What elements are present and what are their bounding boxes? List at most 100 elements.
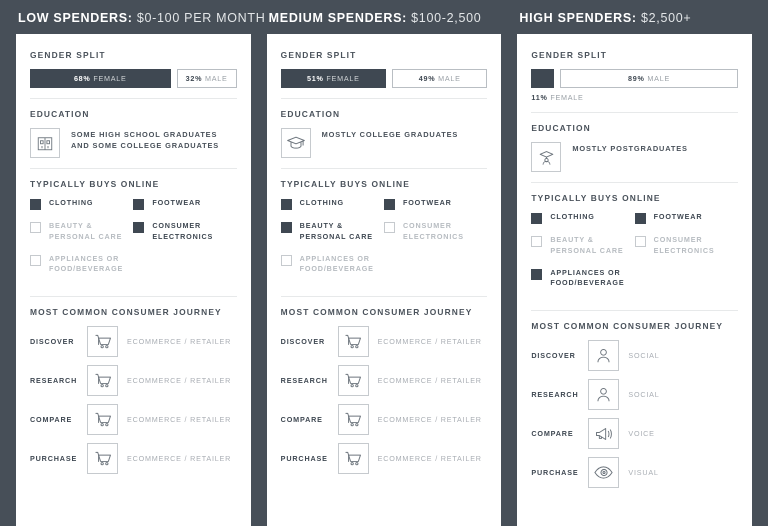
journey-stage-label: COMPARE	[531, 429, 574, 439]
checkbox-checked-icon[interactable]	[280, 199, 292, 210]
buy-option[interactable]: APPLIANCES OR FOOD/BEVERAGE	[30, 254, 133, 276]
column-title-1: LOW SPENDERS: $0-100 PER MONTH	[16, 0, 265, 34]
buy-option[interactable]: CLOTHING	[280, 198, 384, 210]
buy-option[interactable]: APPLIANCES OR FOOD/BEVERAGE	[280, 254, 384, 276]
spender-column-1: LOW SPENDERS: $0-100 PER MONTH GENDER SPL…	[16, 0, 265, 526]
checkbox-checked-icon[interactable]	[531, 213, 543, 224]
buys-online-section: TYPICALLY BUYS ONLINE CLOTHING FOOTWEAR BEA…	[531, 182, 739, 300]
buy-option[interactable]: CONSUMER ELECTRONICS	[133, 221, 236, 243]
buy-option[interactable]: BEAUTY & PERSONAL CARE	[531, 235, 634, 257]
shopping-cart-icon	[337, 404, 369, 436]
gender-bar: 51% FEMALE 49% MALE	[280, 69, 488, 88]
buys-online-section: TYPICALLY BUYS ONLINE CLOTHING FOOTWEAR BEA…	[280, 168, 488, 286]
gender-split-section: GENDER SPLIT 68% FEMALE 32% MALE	[30, 48, 237, 88]
journey-stage-label: DISCOVER	[280, 337, 326, 347]
checkbox-checked-icon[interactable]	[133, 222, 145, 233]
journey-row: PURCHASE VISUAL	[531, 457, 738, 489]
gender-bar-male: 49% MALE	[392, 69, 488, 88]
shopping-cart-icon	[87, 326, 118, 358]
shopping-cart-icon	[87, 443, 118, 475]
checkbox-empty-icon[interactable]	[384, 222, 395, 233]
gender-female-label: 51% FEMALE	[307, 74, 360, 83]
gender-split-section: GENDER SPLIT 51% FEMALE 49% MALE	[280, 48, 488, 88]
shopping-cart-icon	[337, 326, 369, 358]
journey-channel-label: SOCIAL	[628, 390, 660, 400]
column-title-range: $2,500+	[641, 11, 692, 25]
consumer-journey-section: MOST COMMON CONSUMER JOURNEY DISCOVER SOCI…	[531, 310, 739, 496]
column-title-tier: HIGH SPENDERS:	[519, 11, 637, 25]
profile-card-2: GENDER SPLIT 51% FEMALE 49% MALE EDUCATION M…	[266, 34, 502, 526]
buy-option-label: CLOTHING	[49, 198, 94, 207]
checkbox-empty-icon[interactable]	[531, 236, 543, 247]
gender-bar: 68% FEMALE 32% MALE	[30, 69, 237, 88]
section-heading-education: EDUCATION	[531, 123, 591, 133]
checkbox-empty-icon[interactable]	[634, 236, 646, 247]
buys-grid: CLOTHING FOOTWEAR BEAUTY & PERSONAL CARE CO…	[30, 198, 237, 286]
education-section: EDUCATION SOME HIGH SCHOOL GRADUATES AND …	[30, 98, 237, 158]
gender-bar-female	[531, 69, 555, 88]
buys-grid: CLOTHING FOOTWEAR BEAUTY & PERSONAL CARE CO…	[531, 212, 738, 300]
checkbox-checked-icon[interactable]	[634, 213, 646, 224]
journey-row: COMPARE VOICE	[531, 418, 738, 450]
checkbox-checked-icon[interactable]	[280, 222, 292, 233]
section-heading-journey: MOST COMMON CONSUMER JOURNEY	[531, 321, 724, 332]
column-title-tier: LOW SPENDERS:	[18, 11, 133, 25]
buy-option[interactable]: CONSUMER ELECTRONICS	[384, 221, 487, 243]
journey-channel-label: ECOMMERCE / RETAILER	[377, 337, 482, 347]
buy-option[interactable]: APPLIANCES OR FOOD/BEVERAGE	[531, 268, 634, 290]
profile-card-1: GENDER SPLIT 68% FEMALE 32% MALE EDUCATION S…	[16, 34, 251, 526]
buy-option[interactable]: BEAUTY & PERSONAL CARE	[30, 221, 133, 243]
buy-option[interactable]: CONSUMER ELECTRONICS	[634, 235, 738, 257]
journey-row: COMPARE ECOMMERCE / RETAILER	[30, 404, 237, 436]
consumer-journey-section: MOST COMMON CONSUMER JOURNEY DISCOVER ECOM…	[30, 296, 237, 482]
journey-row: PURCHASE ECOMMERCE / RETAILER	[30, 443, 237, 475]
buy-option[interactable]: CLOTHING	[30, 198, 133, 210]
gender-split-section: GENDER SPLIT 89% MALE 11% FEMALE	[531, 48, 739, 102]
gender-female-label: 68% FEMALE	[73, 74, 127, 83]
checkbox-empty-icon[interactable]	[280, 254, 292, 266]
section-heading-education: EDUCATION	[30, 109, 90, 119]
section-heading-education: EDUCATION	[280, 109, 341, 119]
checkbox-empty-icon[interactable]	[30, 222, 41, 233]
journey-stage-label: DISCOVER	[531, 351, 576, 361]
buy-option[interactable]: BEAUTY & PERSONAL CARE	[280, 221, 384, 243]
buy-option[interactable]: CLOTHING	[531, 212, 634, 224]
shopping-cart-icon	[87, 365, 118, 397]
gender-male-label: 89% MALE	[628, 74, 671, 83]
gender-bar-female: 51% FEMALE	[280, 69, 387, 88]
journey-channel-label: ECOMMERCE / RETAILER	[377, 376, 482, 386]
shopping-cart-icon	[87, 404, 118, 436]
journey-row: DISCOVER ECOMMERCE / RETAILER	[280, 326, 488, 358]
journey-channel-label: ECOMMERCE / RETAILER	[127, 376, 232, 386]
buy-option-label: BEAUTY & PERSONAL CARE	[550, 235, 624, 255]
gender-bar-male: 89% MALE	[560, 69, 739, 88]
journey-channel-label: VISUAL	[628, 468, 659, 478]
person-icon	[588, 340, 620, 372]
gender-male-label: 32% MALE	[185, 74, 228, 83]
column-title-3: HIGH SPENDERS: $2,500+	[517, 0, 752, 34]
checkbox-empty-icon[interactable]	[30, 254, 41, 266]
checkbox-checked-icon[interactable]	[133, 199, 145, 210]
spender-column-2: MEDIUM SPENDERS: $100-2,500 GENDER SPLIT 5…	[266, 0, 502, 526]
journey-channel-label: SOCIAL	[628, 351, 660, 361]
journey-channel-label: ECOMMERCE / RETAILER	[377, 454, 482, 464]
gender-male-label: 49% MALE	[418, 74, 461, 83]
journey-stage-label: RESEARCH	[30, 376, 78, 386]
column-title-2: MEDIUM SPENDERS: $100-2,500	[267, 0, 502, 34]
buy-option[interactable]: FOOTWEAR	[634, 212, 738, 224]
section-heading-gender: GENDER SPLIT	[30, 50, 106, 60]
journey-channel-label: VOICE	[628, 429, 655, 439]
education-text: MOSTLY POSTGRADUATES	[572, 144, 688, 153]
education-text: SOME HIGH SCHOOL GRADUATES AND SOME COLL…	[71, 130, 220, 151]
journey-channel-label: ECOMMERCE / RETAILER	[127, 337, 232, 347]
journey-stage-label: COMPARE	[280, 415, 323, 425]
buy-option-label: FOOTWEAR	[653, 212, 703, 221]
checkbox-checked-icon[interactable]	[531, 268, 543, 280]
checkbox-checked-icon[interactable]	[30, 199, 41, 210]
profile-card-3: GENDER SPLIT 89% MALE 11% FEMALE EDUCATION M…	[517, 34, 753, 526]
buy-option[interactable]: FOOTWEAR	[133, 198, 236, 210]
buy-option[interactable]: FOOTWEAR	[384, 198, 487, 210]
gender-bar-male: 32% MALE	[176, 69, 237, 88]
education-text: MOSTLY COLLEGE GRADUATES	[321, 130, 459, 139]
checkbox-checked-icon[interactable]	[384, 199, 395, 210]
